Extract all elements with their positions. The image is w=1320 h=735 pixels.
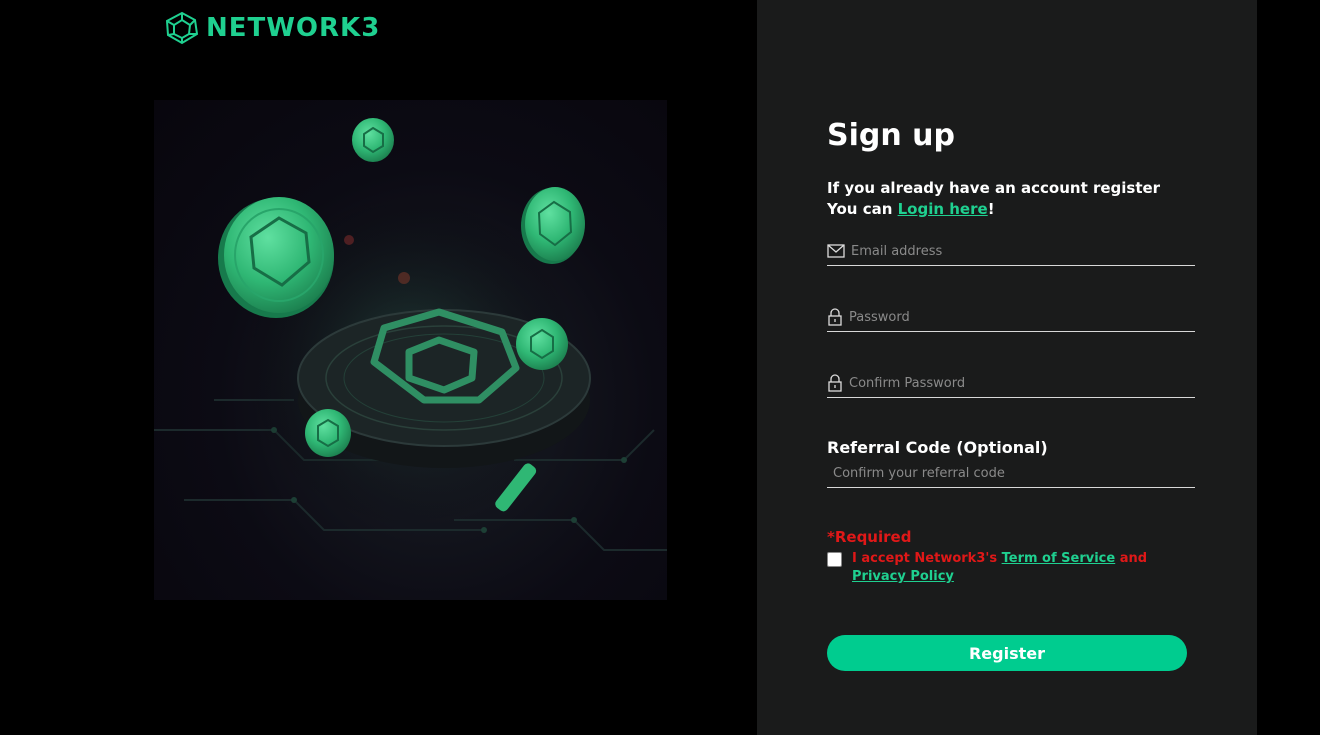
login-prompt-suffix: ! <box>987 200 995 218</box>
envelope-icon <box>827 244 845 258</box>
referral-field <box>827 459 1195 488</box>
email-input[interactable] <box>845 243 1195 259</box>
login-prompt-line2: You can Login here! <box>827 199 1160 220</box>
login-prompt-prefix: You can <box>827 200 898 218</box>
terms-text: I accept Network3's Term of Service and … <box>852 550 1197 586</box>
password-field <box>827 303 1195 332</box>
brand-logo: NETWORK3 <box>164 11 380 45</box>
referral-code-input[interactable] <box>827 465 1195 481</box>
terms-row: I accept Network3's Term of Service and … <box>827 550 1197 586</box>
terms-of-service-link[interactable]: Term of Service <box>1002 551 1116 566</box>
terms-prefix: I accept Network3's <box>852 551 1002 566</box>
email-field <box>827 237 1195 266</box>
page-title: Sign up <box>827 118 955 153</box>
confirm-password-field <box>827 369 1195 398</box>
login-link[interactable]: Login here <box>898 200 988 218</box>
lock-icon <box>828 308 842 326</box>
login-prompt: If you already have an account register … <box>827 178 1160 220</box>
referral-label: Referral Code (Optional) <box>827 438 1048 457</box>
terms-checkbox[interactable] <box>827 552 842 567</box>
brand-name: NETWORK3 <box>206 13 381 43</box>
coin-network-image <box>154 118 667 551</box>
signup-panel: Sign up If you already have an account r… <box>757 0 1257 735</box>
password-input[interactable] <box>843 309 1195 325</box>
lock-icon <box>828 374 842 392</box>
register-button[interactable]: Register <box>827 635 1187 671</box>
hero-illustration <box>154 100 667 600</box>
network-logo-icon <box>165 11 199 45</box>
confirm-password-input[interactable] <box>843 375 1195 391</box>
required-note: *Required <box>827 528 912 546</box>
login-prompt-line1: If you already have an account register <box>827 179 1161 197</box>
terms-and: and <box>1115 551 1148 566</box>
privacy-policy-link[interactable]: Privacy Policy <box>852 569 954 584</box>
